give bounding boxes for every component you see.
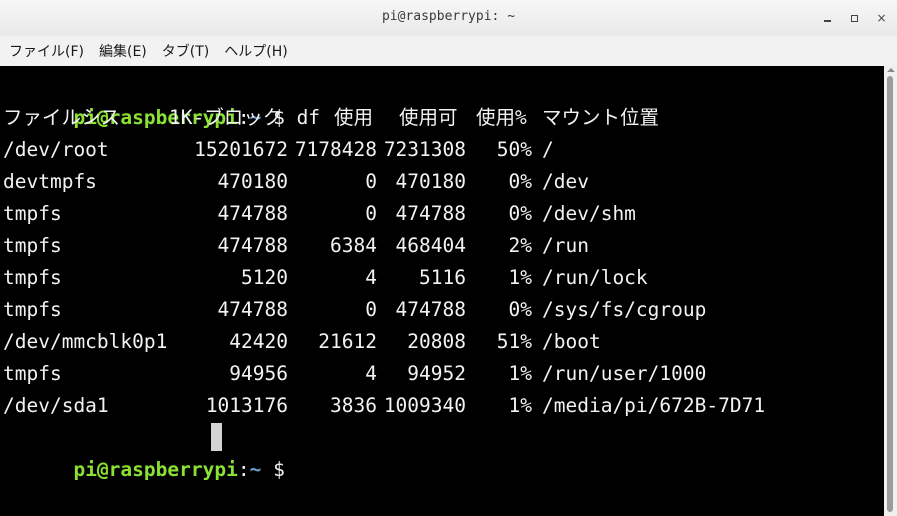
header-use-percent: 使用% xyxy=(476,106,527,129)
cell-mount: /media/pi/672B-7D71 xyxy=(542,394,766,417)
cell-filesystem: tmpfs xyxy=(3,234,62,257)
prompt-user-host: pi@raspberrypi xyxy=(73,458,238,481)
cell-used: 4 xyxy=(365,362,377,385)
cell-blocks: 94956 xyxy=(229,362,288,385)
cell-used: 3836 xyxy=(330,394,377,417)
cell-mount: /dev/shm xyxy=(542,202,636,225)
cell-used: 0 xyxy=(365,298,377,321)
cell-filesystem: /dev/sda1 xyxy=(3,394,109,417)
cell-blocks: 470180 xyxy=(217,170,288,193)
cell-use-percent: 1% xyxy=(508,362,532,385)
header-blocks: 1K-ブロック xyxy=(169,106,283,129)
cell-blocks: 1013176 xyxy=(205,394,288,417)
cell-used: 21612 xyxy=(318,330,377,353)
cell-mount: / xyxy=(542,138,554,161)
header-used: 使用 xyxy=(334,106,374,129)
cell-used: 6384 xyxy=(330,234,377,257)
cell-used: 0 xyxy=(365,202,377,225)
cell-blocks: 474788 xyxy=(217,202,288,225)
maximize-icon xyxy=(851,14,858,22)
cell-filesystem: tmpfs xyxy=(3,202,62,225)
df-row: tmpfs 5120 4 5116 1% /run/lock xyxy=(3,262,883,294)
df-row: tmpfs 474788 6384 468404 2% /run xyxy=(3,230,883,262)
menu-bar: ファイル(F) 編集(E) タブ(T) ヘルプ(H) xyxy=(0,36,897,65)
cell-use-percent: 50% xyxy=(496,138,532,161)
cell-available: 20808 xyxy=(407,330,466,353)
cell-filesystem: tmpfs xyxy=(3,298,62,321)
cell-mount: /run xyxy=(542,234,589,257)
close-icon: × xyxy=(876,11,887,25)
cell-filesystem: /dev/root xyxy=(3,138,109,161)
window-controls: × xyxy=(814,8,895,28)
cell-available: 94952 xyxy=(407,362,466,385)
cell-mount: /run/user/1000 xyxy=(542,362,707,385)
cell-blocks: 474788 xyxy=(217,234,288,257)
close-button[interactable]: × xyxy=(868,8,895,28)
cell-used: 4 xyxy=(365,266,377,289)
cell-available: 7231308 xyxy=(383,138,466,161)
maximize-button[interactable] xyxy=(841,8,868,28)
cell-filesystem: tmpfs xyxy=(3,362,62,385)
header-available: 使用可 xyxy=(399,106,458,129)
menu-file[interactable]: ファイル(F) xyxy=(0,41,91,61)
df-row: /dev/root 15201672 7178428 7231308 50% / xyxy=(3,134,883,166)
cell-available: 474788 xyxy=(395,298,466,321)
cell-use-percent: 0% xyxy=(508,298,532,321)
menu-edit[interactable]: 編集(E) xyxy=(91,41,154,61)
menu-tabs[interactable]: タブ(T) xyxy=(154,41,216,61)
cell-use-percent: 0% xyxy=(508,202,532,225)
cell-used: 0 xyxy=(365,170,377,193)
cell-blocks: 474788 xyxy=(217,298,288,321)
prompt-path: ~ xyxy=(249,458,262,481)
minimize-icon xyxy=(824,20,831,22)
cell-mount: /sys/fs/cgroup xyxy=(542,298,707,321)
df-header: ファイルシス 1K-ブロック 使用 使用可 使用% マウント位置 xyxy=(3,102,883,134)
scrollbar-thumb[interactable] xyxy=(887,76,893,512)
prompt-dollar: $ xyxy=(261,458,297,481)
prompt-separator: : xyxy=(237,458,250,481)
cell-mount: /dev xyxy=(542,170,589,193)
df-row: tmpfs 474788 0 474788 0% /sys/fs/cgroup xyxy=(3,294,883,326)
cell-available: 470180 xyxy=(395,170,466,193)
window-title: pi@raspberrypi: ~ xyxy=(381,9,516,24)
cell-blocks: 42420 xyxy=(229,330,288,353)
cell-use-percent: 1% xyxy=(508,266,532,289)
prompt-line: pi@raspberrypi:~ $ xyxy=(3,422,297,481)
cell-available: 468404 xyxy=(395,234,466,257)
cell-available: 1009340 xyxy=(383,394,466,417)
cell-filesystem: tmpfs xyxy=(3,266,62,289)
terminal-window: pi@raspberrypi: ~ × ファイル(F) 編集(E) タブ(T) … xyxy=(0,0,897,516)
vertical-scrollbar[interactable] xyxy=(884,66,897,516)
terminal-output[interactable]: pi@raspberrypi:~ $ df ファイルシス 1K-ブロック 使用 … xyxy=(0,66,884,516)
command-line: pi@raspberrypi:~ $ df xyxy=(3,70,320,129)
cell-used: 7178428 xyxy=(294,138,377,161)
df-row: tmpfs 94956 4 94952 1% /run/user/1000 xyxy=(3,358,883,390)
df-row: /dev/sda1 1013176 3836 1009340 1% /media… xyxy=(3,390,883,422)
df-row: devtmpfs 470180 0 470180 0% /dev xyxy=(3,166,883,198)
text-cursor xyxy=(211,423,222,451)
header-mounted-on: マウント位置 xyxy=(542,106,660,129)
menu-help[interactable]: ヘルプ(H) xyxy=(216,41,294,61)
cell-mount: /run/lock xyxy=(542,266,648,289)
cell-filesystem: devtmpfs xyxy=(3,170,97,193)
cell-blocks: 15201672 xyxy=(194,138,288,161)
cell-use-percent: 2% xyxy=(508,234,532,257)
cell-use-percent: 51% xyxy=(496,330,532,353)
title-bar[interactable]: pi@raspberrypi: ~ × xyxy=(0,0,897,36)
df-row: tmpfs 474788 0 474788 0% /dev/shm xyxy=(3,198,883,230)
cell-use-percent: 1% xyxy=(508,394,532,417)
cell-use-percent: 0% xyxy=(508,170,532,193)
cell-blocks: 5120 xyxy=(241,266,288,289)
scroll-up-arrow-icon[interactable] xyxy=(887,68,895,72)
minimize-button[interactable] xyxy=(814,8,841,28)
cell-available: 474788 xyxy=(395,202,466,225)
df-row: /dev/mmcblk0p1 42420 21612 20808 51% /bo… xyxy=(3,326,883,358)
header-filesystem: ファイルシス xyxy=(3,106,121,129)
cell-mount: /boot xyxy=(542,330,601,353)
cell-filesystem: /dev/mmcblk0p1 xyxy=(3,330,168,353)
cell-available: 5116 xyxy=(419,266,466,289)
